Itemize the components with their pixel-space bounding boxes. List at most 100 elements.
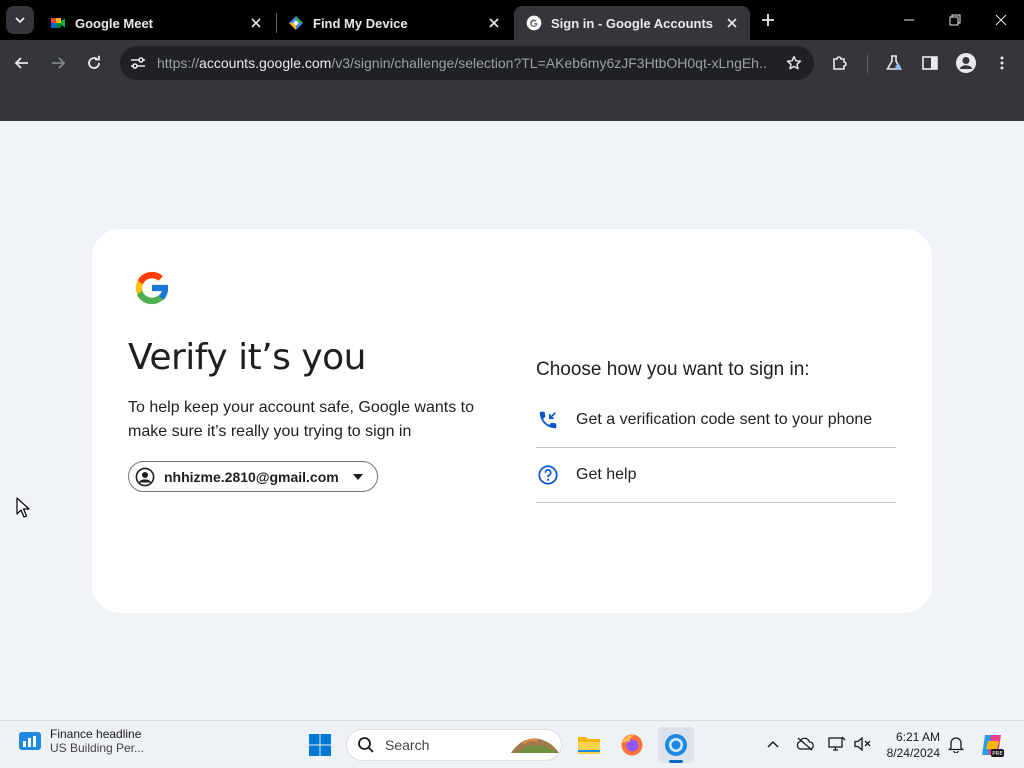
firefox-button[interactable] xyxy=(614,727,650,763)
side-panel-button[interactable] xyxy=(916,49,944,77)
forward-icon xyxy=(52,57,66,69)
forward-button[interactable] xyxy=(44,49,72,77)
bookmarks-bar xyxy=(0,86,1024,121)
svg-text:PRE: PRE xyxy=(992,751,1003,757)
close-icon xyxy=(995,14,1007,26)
search-placeholder: Search xyxy=(385,737,430,753)
tab-title: Google Meet xyxy=(75,15,154,31)
verify-description: To help keep your account safe, Google w… xyxy=(128,399,474,440)
cloud-offline-icon xyxy=(796,737,814,751)
windows-taskbar: Finance headline US Building Per... Sear… xyxy=(0,720,1024,768)
url-scheme: https:// xyxy=(157,55,200,71)
phone-callback-icon xyxy=(536,408,560,432)
active-app-indicator xyxy=(669,760,683,763)
site-info-icon[interactable] xyxy=(128,53,148,73)
back-icon xyxy=(14,57,28,69)
finance-chart-icon xyxy=(19,732,41,750)
chrome-button[interactable] xyxy=(658,727,694,763)
chevron-down-icon xyxy=(15,17,25,24)
profile-icon xyxy=(956,53,976,73)
menu-icon xyxy=(1000,56,1004,70)
file-explorer-button[interactable] xyxy=(571,727,607,763)
windows-logo-icon xyxy=(309,734,331,756)
folder-icon xyxy=(578,737,600,754)
browser-toolbar: https://accounts.google.com/v3/signin/ch… xyxy=(0,40,1024,86)
tab-sign-in-google-accounts[interactable]: Sign in - Google Accounts xyxy=(514,6,750,40)
taskbar-search[interactable]: Search xyxy=(346,729,562,761)
reload-icon xyxy=(88,55,100,69)
network-button[interactable] xyxy=(826,733,848,755)
clock-time: 6:21 AM xyxy=(895,730,940,744)
mouse-pointer-icon xyxy=(16,497,30,518)
address-bar[interactable]: https://accounts.google.com/v3/signin/ch… xyxy=(120,46,814,80)
restore-icon xyxy=(949,14,961,26)
chrome-icon xyxy=(665,734,687,756)
option-label: Get a verification code sent to your pho… xyxy=(576,411,873,428)
tab-strip: Google Meet Find My Device Sign in - Goo… xyxy=(0,0,1024,40)
close-tab-icon[interactable] xyxy=(484,13,504,33)
find-my-device-icon xyxy=(289,16,303,30)
search-icon xyxy=(357,736,375,754)
option-label: Get help xyxy=(576,466,637,483)
reload-button[interactable] xyxy=(80,49,108,77)
tab-google-meet[interactable]: Google Meet xyxy=(38,6,274,40)
option-verification-code[interactable]: Get a verification code sent to your pho… xyxy=(536,393,896,448)
clock-date: 8/24/2024 xyxy=(886,746,940,760)
account-circle-icon xyxy=(135,467,155,487)
restore-button[interactable] xyxy=(932,0,978,40)
menu-button[interactable] xyxy=(988,49,1016,77)
url-text: https://accounts.google.com/v3/signin/ch… xyxy=(157,46,767,80)
url-host: accounts.google.com xyxy=(199,55,332,71)
labs-button[interactable] xyxy=(880,49,908,77)
extensions-button[interactable] xyxy=(826,49,854,77)
chevron-up-icon xyxy=(767,740,779,748)
choose-method-title: Choose how you want to sign in: xyxy=(536,359,810,380)
notifications-button[interactable] xyxy=(945,733,967,755)
onedrive-status-button[interactable] xyxy=(794,733,816,755)
url-path: /v3/signin/challenge/selection?TL=AKeb6m… xyxy=(331,55,767,71)
page-content: Verify it’s you To help keep your accoun… xyxy=(0,121,1024,720)
close-window-button[interactable] xyxy=(978,0,1024,40)
option-get-help[interactable]: Get help xyxy=(536,448,896,503)
speaker-muted-icon xyxy=(854,736,871,752)
widget-title: Finance headline xyxy=(50,727,142,741)
account-email: nhhizme.2810@gmail.com xyxy=(164,468,339,485)
toolbar-divider xyxy=(867,55,868,73)
google-logo-icon xyxy=(135,271,170,305)
plus-icon xyxy=(762,14,774,26)
tab-search-button[interactable] xyxy=(6,6,34,34)
back-button[interactable] xyxy=(8,49,36,77)
bookmark-star-icon[interactable] xyxy=(784,53,804,73)
tab-find-my-device[interactable]: Find My Device xyxy=(276,6,512,40)
tab-title: Find My Device xyxy=(313,15,408,31)
news-widget[interactable]: Finance headline US Building Per... xyxy=(18,727,144,755)
widget-subtitle: US Building Per... xyxy=(50,741,145,755)
new-tab-button[interactable] xyxy=(756,8,780,32)
bell-icon xyxy=(948,737,964,753)
dropdown-arrow-icon xyxy=(352,473,363,480)
system-clock[interactable]: 6:21 AM 8/24/2024 xyxy=(880,729,940,761)
close-tab-icon[interactable] xyxy=(246,13,266,33)
side-panel-icon xyxy=(922,56,938,70)
page-title: Verify it’s you xyxy=(128,337,366,378)
help-icon xyxy=(536,463,560,487)
google-meet-icon xyxy=(51,18,65,28)
network-icon xyxy=(828,736,846,751)
account-selector[interactable]: nhhizme.2810@gmail.com xyxy=(128,461,378,492)
google-g-icon xyxy=(526,15,542,31)
volume-button[interactable] xyxy=(852,733,874,755)
search-highlight-art-icon xyxy=(511,738,559,753)
tab-title: Sign in - Google Accounts xyxy=(551,15,714,31)
copilot-icon: PRE xyxy=(982,735,1004,757)
close-tab-icon[interactable] xyxy=(722,13,742,33)
show-hidden-icons-button[interactable] xyxy=(762,733,784,755)
profile-button[interactable] xyxy=(952,49,980,77)
extensions-icon xyxy=(833,56,847,70)
labs-icon xyxy=(886,55,902,70)
minimize-button[interactable] xyxy=(886,0,932,40)
copilot-button[interactable]: PRE xyxy=(978,731,1006,759)
start-button[interactable] xyxy=(302,727,338,763)
firefox-icon xyxy=(621,734,643,756)
sign-in-card: Verify it’s you To help keep your accoun… xyxy=(92,229,932,613)
minimize-icon xyxy=(904,19,914,21)
